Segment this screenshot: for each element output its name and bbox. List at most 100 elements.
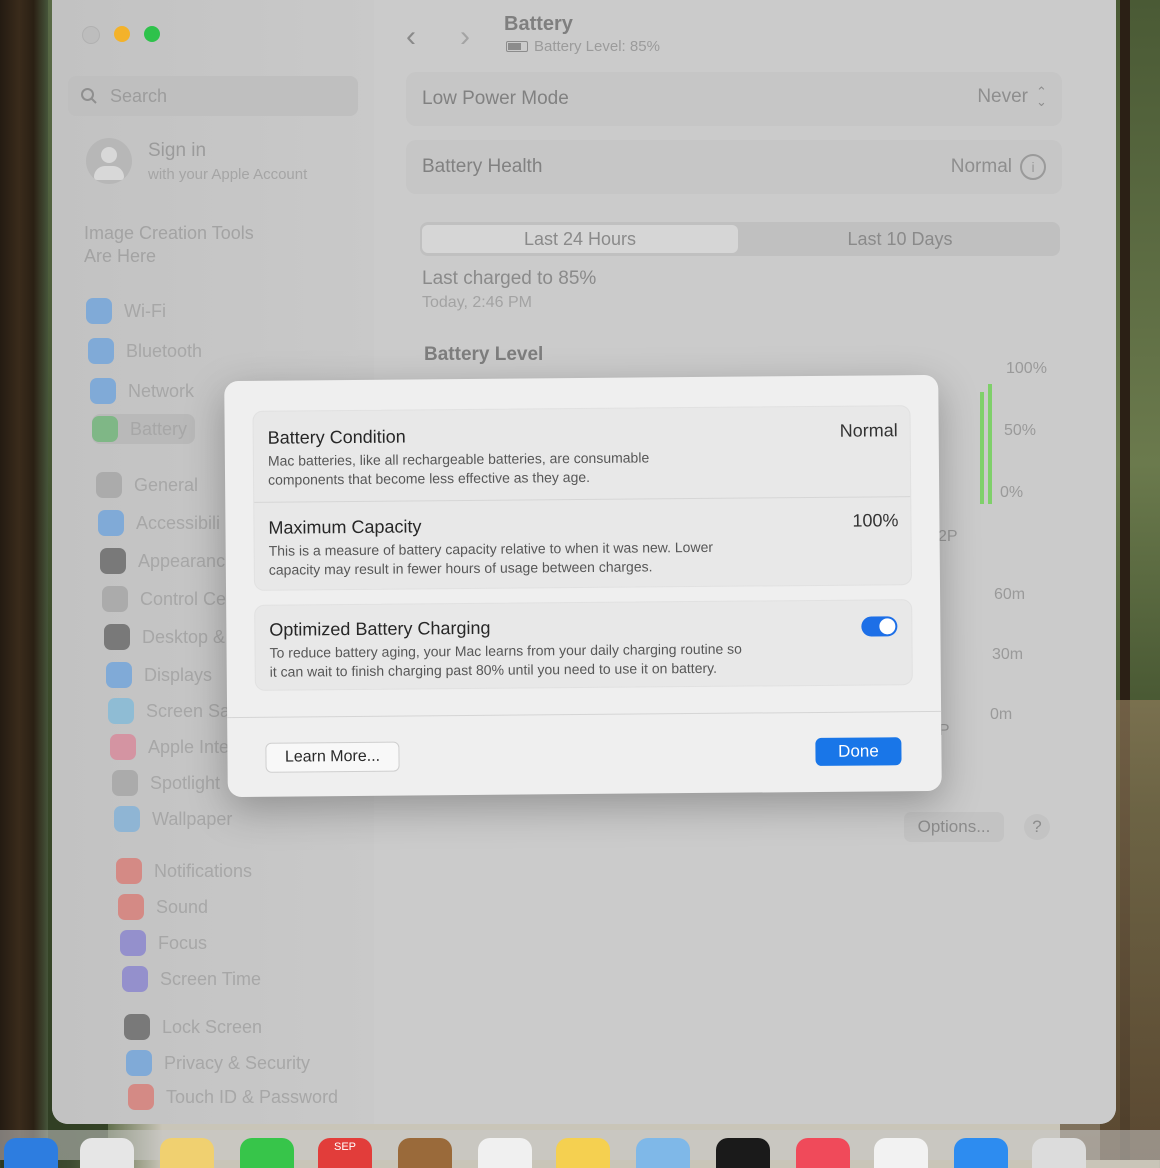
search-field[interactable] bbox=[68, 76, 358, 116]
music-dock-icon[interactable] bbox=[796, 1138, 850, 1168]
battery-icon bbox=[506, 41, 528, 52]
last-charged-time: Today, 2:46 PM bbox=[422, 294, 532, 311]
apple-account-signin[interactable]: Sign in with your Apple Account bbox=[86, 138, 307, 184]
facetime-dock-icon[interactable] bbox=[240, 1138, 294, 1168]
app-store-dock-icon[interactable] bbox=[954, 1138, 1008, 1168]
close-button[interactable] bbox=[82, 26, 100, 44]
sidebar-item-label: Wallpaper bbox=[152, 808, 233, 829]
maps-dock-icon[interactable] bbox=[80, 1138, 134, 1168]
time-range-control: Last 24 Hours Last 10 Days bbox=[420, 222, 1060, 256]
done-button[interactable]: Done bbox=[815, 737, 902, 766]
sidebar-item-screen-sav[interactable]: Screen Sav bbox=[108, 696, 239, 726]
lock-screen-icon bbox=[124, 1014, 150, 1040]
focus-icon bbox=[120, 930, 146, 956]
sidebar-item-touch-id-password[interactable]: Touch ID & Password bbox=[128, 1082, 338, 1112]
notes-dock-icon[interactable] bbox=[556, 1138, 610, 1168]
battery-level-title: Battery Level bbox=[424, 344, 544, 365]
search-icon bbox=[81, 88, 97, 104]
sidebar-item-displays[interactable]: Displays bbox=[106, 660, 212, 690]
contacts-dock-icon[interactable] bbox=[398, 1138, 452, 1168]
sidebar-item-label: Touch ID & Password bbox=[166, 1086, 339, 1107]
sidebar-item-label: Lock Screen bbox=[162, 1016, 263, 1037]
sidebar-item-accessibili[interactable]: Accessibili bbox=[98, 508, 220, 538]
battery-condition-title: Battery Condition bbox=[267, 426, 406, 448]
sidebar-item-bluetooth[interactable]: Bluetooth bbox=[88, 336, 202, 366]
info-icon[interactable]: i bbox=[1020, 154, 1046, 180]
axis-label-60m: 60m bbox=[994, 586, 1026, 603]
low-power-row[interactable]: Low Power Mode Never ⌃ ⌄ bbox=[406, 72, 1062, 126]
apple-intelligence-icon bbox=[110, 734, 136, 760]
sidebar-item-sound[interactable]: Sound bbox=[118, 892, 208, 922]
news-dock-icon[interactable] bbox=[874, 1138, 928, 1168]
optimized-charging-toggle[interactable] bbox=[861, 616, 898, 637]
sidebar-item-appearanc[interactable]: Appearanc bbox=[100, 546, 225, 576]
desktop-icon bbox=[104, 624, 130, 650]
sidebar-item-focus[interactable]: Focus bbox=[120, 928, 207, 958]
tab-last-10-days[interactable]: Last 10 Days bbox=[742, 225, 1058, 253]
battery-health-value: Normal bbox=[950, 156, 1012, 177]
learn-more-button[interactable]: Learn More... bbox=[265, 741, 400, 773]
freeform-dock-icon[interactable] bbox=[636, 1138, 690, 1168]
sidebar-item-label: Displays bbox=[144, 664, 213, 685]
sidebar-item-label: Sound bbox=[156, 896, 209, 917]
low-power-popup[interactable]: Never ⌃ ⌄ bbox=[977, 84, 1047, 109]
sidebar-item-label: Screen Time bbox=[160, 968, 262, 989]
minimize-button[interactable] bbox=[114, 26, 130, 42]
options-button[interactable]: Options... bbox=[904, 812, 1004, 842]
help-button[interactable]: ? bbox=[1024, 814, 1050, 840]
sidebar-item-notifications[interactable]: Notifications bbox=[116, 856, 252, 886]
axis-label-100: 100% bbox=[1006, 360, 1047, 377]
promo-line-1: Image Creation Tools bbox=[84, 223, 254, 243]
back-button[interactable]: ‹ bbox=[406, 20, 416, 54]
sidebar-item-label: Apple Intel bbox=[148, 736, 234, 757]
sidebar-item-screen-time[interactable]: Screen Time bbox=[122, 964, 261, 994]
sidebar-item-general[interactable]: General bbox=[96, 470, 198, 500]
sidebar-item-wi-fi[interactable]: Wi-Fi bbox=[86, 296, 166, 326]
axis-label-30m: 30m bbox=[992, 646, 1024, 663]
wallpaper-left bbox=[0, 0, 48, 1160]
divider bbox=[254, 496, 911, 503]
zoom-button[interactable] bbox=[144, 26, 160, 42]
sidebar-item-apple-intel[interactable]: Apple Intel bbox=[110, 732, 233, 762]
finder-dock-icon[interactable] bbox=[4, 1138, 58, 1168]
sidebar-item-privacy-security[interactable]: Privacy & Security bbox=[126, 1048, 310, 1078]
promo-banner[interactable]: Image Creation Tools Are Here bbox=[84, 222, 254, 268]
updown-chevron-icon: ⌃ ⌄ bbox=[1036, 84, 1047, 109]
maximum-capacity-desc: This is a measure of battery capacity re… bbox=[269, 537, 829, 580]
touchid-icon bbox=[128, 1084, 154, 1110]
optimized-charging-desc-2: it can wait to finish charging past 80% … bbox=[269, 659, 718, 680]
sidebar-item-wallpaper[interactable]: Wallpaper bbox=[114, 804, 232, 834]
sidebar-item-spotlight[interactable]: Spotlight bbox=[112, 768, 220, 798]
search-input[interactable] bbox=[108, 84, 332, 108]
system-settings-dock-icon[interactable] bbox=[1032, 1138, 1086, 1168]
calendar-dock-icon[interactable]: SEP bbox=[318, 1138, 372, 1168]
reminders-dock-icon[interactable] bbox=[478, 1138, 532, 1168]
battery-level-text: Battery Level: 85% bbox=[534, 38, 660, 55]
low-power-label: Low Power Mode bbox=[422, 88, 569, 109]
account-subtitle: with your Apple Account bbox=[148, 165, 308, 183]
photos-dock-icon[interactable] bbox=[160, 1138, 214, 1168]
sidebar-item-network[interactable]: Network bbox=[90, 376, 194, 406]
tab-last-24-hours[interactable]: Last 24 Hours bbox=[422, 225, 738, 253]
bluetooth-icon bbox=[88, 338, 114, 364]
optimized-charging-card: Optimized Battery Charging To reduce bat… bbox=[254, 599, 913, 691]
sidebar-item-label: Focus bbox=[158, 932, 208, 953]
wifi-icon bbox=[86, 298, 112, 324]
battery-condition-value: Normal bbox=[839, 420, 898, 441]
optimized-charging-desc: To reduce battery aging, your Mac learns… bbox=[269, 639, 829, 682]
sidebar-item-label: General bbox=[134, 474, 199, 495]
forward-button[interactable]: › bbox=[460, 20, 470, 54]
battery-icon bbox=[92, 416, 118, 442]
sidebar-item-control-ce[interactable]: Control Ce bbox=[102, 584, 226, 614]
sidebar-item-desktop[interactable]: Desktop & bbox=[104, 622, 225, 652]
tv-dock-icon[interactable] bbox=[716, 1138, 770, 1168]
page-subtitle: Battery Level: 85% bbox=[506, 38, 660, 55]
promo-line-2: Are Here bbox=[84, 246, 157, 266]
axis-label-0m: 0m bbox=[990, 706, 1013, 723]
globe-icon bbox=[90, 378, 116, 404]
sidebar-item-label: Notifications bbox=[154, 860, 253, 881]
sidebar-item-label: Appearanc bbox=[138, 550, 226, 571]
sidebar-item-battery[interactable]: Battery bbox=[92, 414, 196, 444]
health-card: Battery Condition Normal Mac batteries, … bbox=[252, 405, 913, 591]
sidebar-item-lock-screen[interactable]: Lock Screen bbox=[124, 1012, 262, 1042]
